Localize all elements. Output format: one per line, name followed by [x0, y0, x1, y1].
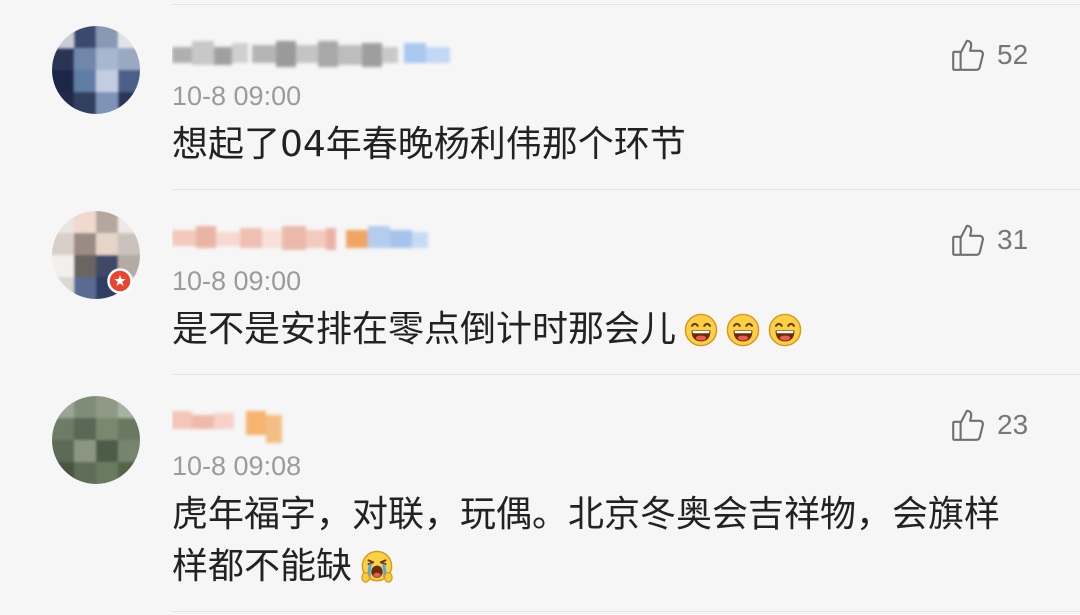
comment-text[interactable]: 虎年福字，对联，玩偶。北京冬奥会吉祥物，会旗样样都不能缺 — [172, 489, 1012, 593]
comment-item: 31 10-8 09:00 是不是安排在零点倒计时那会儿 — [0, 190, 1080, 375]
comment-body: 想起了04年春晚杨利伟那个环节 — [172, 124, 686, 165]
avatar[interactable] — [52, 26, 140, 114]
emoji-group — [676, 309, 802, 350]
avatar-badge-icon — [107, 268, 133, 294]
username-redacted[interactable] — [172, 218, 442, 262]
comment-item: 52 10-8 09:00 想起了04年春晚杨利伟那个环节 — [0, 5, 1080, 190]
avatar[interactable] — [52, 396, 140, 484]
thumbs-up-icon — [952, 409, 984, 441]
avatar[interactable] — [52, 211, 140, 299]
thumbs-up-icon — [952, 224, 984, 256]
laughing-emoji-icon — [684, 313, 718, 347]
like-count: 31 — [997, 224, 1029, 255]
tearful-laugh-emoji-icon — [361, 550, 393, 583]
like-button[interactable]: 23 — [949, 404, 1032, 446]
comment-body: 虎年福字，对联，玩偶。北京冬奥会吉祥物，会旗样样都不能缺 — [172, 494, 1001, 587]
emoji-group — [352, 546, 394, 587]
like-button[interactable]: 52 — [949, 34, 1032, 76]
like-button[interactable]: 31 — [949, 219, 1032, 261]
comment-text[interactable]: 是不是安排在零点倒计时那会儿 — [172, 304, 1012, 356]
username-redacted[interactable] — [172, 33, 462, 77]
avatar-mosaic — [52, 396, 140, 484]
comment-time: 10-8 09:00 — [172, 266, 302, 296]
like-count: 23 — [997, 409, 1029, 440]
comment-body: 是不是安排在零点倒计时那会儿 — [172, 309, 677, 350]
like-count: 52 — [997, 39, 1029, 70]
username-redacted[interactable] — [172, 403, 292, 447]
thumbs-up-icon — [952, 39, 984, 71]
laughing-emoji-icon — [726, 313, 760, 347]
avatar-mosaic — [52, 26, 140, 114]
laughing-emoji-icon — [768, 313, 802, 347]
comment-time: 10-8 09:00 — [172, 81, 302, 111]
comment-time: 10-8 09:08 — [172, 451, 302, 481]
comment-text[interactable]: 想起了04年春晚杨利伟那个环节 — [172, 119, 1012, 171]
comment-item: 23 10-8 09:08 虎年福字，对联，玩偶。北京冬奥会吉祥物，会旗样样都不… — [0, 375, 1080, 612]
